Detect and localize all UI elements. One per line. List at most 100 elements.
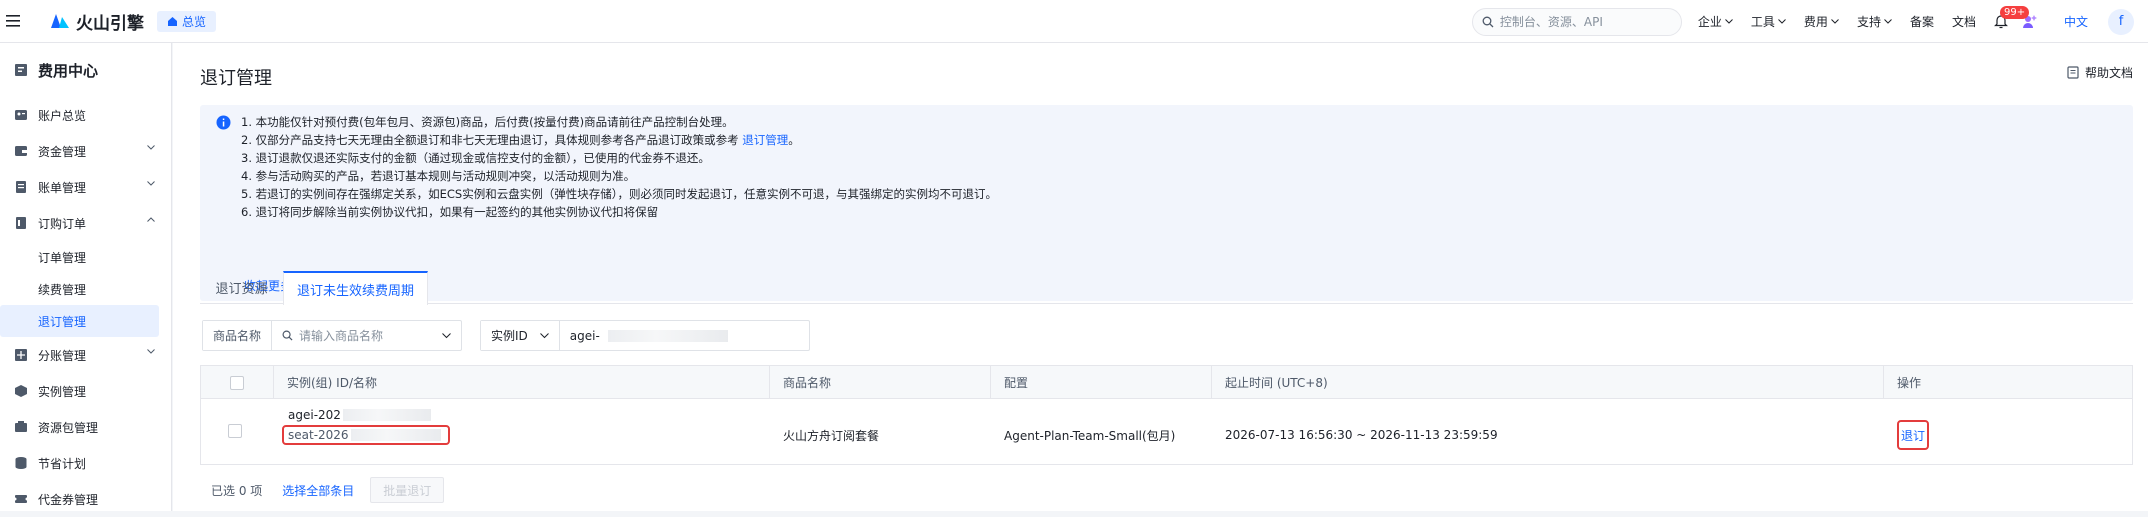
menu-tools-label: 工具: [1750, 15, 1775, 29]
sidebar-item-bill-management[interactable]: 账单管理: [0, 169, 171, 205]
tab-label: 退订资源: [215, 282, 268, 297]
notice-line: 4. 参与活动购买的产品，若退订基本规则与活动规则冲突，以活动规则为准。: [241, 169, 636, 183]
help-doc-link[interactable]: 帮助文档: [2067, 64, 2133, 81]
product-name-select[interactable]: 请输入商品名称: [272, 327, 461, 344]
sidebar-item-label: 订购订单: [38, 216, 87, 231]
column-header-instance: 实例(组) ID/名称: [273, 366, 769, 399]
highlighted-action-cell: 退订: [1897, 420, 1929, 450]
instance-id-input[interactable]: agei-: [560, 329, 809, 343]
package-icon: [15, 421, 27, 432]
sidebar-subitem-label: 退订管理: [38, 314, 87, 329]
help-doc-label: 帮助文档: [2084, 66, 2133, 80]
language-switch[interactable]: 中文: [2064, 13, 2088, 30]
chevron-down-icon: [539, 332, 549, 338]
sidebar-item-fund-management[interactable]: 资金管理: [0, 133, 171, 169]
menu-tools[interactable]: 工具: [1751, 13, 1786, 30]
chevron-down-icon: [1778, 19, 1786, 24]
sidebar-item-label: 节省计划: [38, 456, 87, 471]
row-checkbox[interactable]: [228, 424, 242, 438]
chevron-up-icon: [147, 217, 155, 222]
menu-billing-label: 费用: [1803, 15, 1828, 29]
cube-icon: [15, 385, 27, 397]
search-placeholder: 控制台、资源、API: [1499, 15, 1603, 29]
sidebar-title: 费用中心: [0, 43, 171, 97]
sidebar-subitem-label: 订单管理: [38, 250, 87, 265]
product-cell: 火山方舟订阅套餐: [783, 428, 880, 443]
notification-button[interactable]: 99+: [1994, 6, 2030, 29]
sidebar-item-savings-plan[interactable]: 节省计划: [0, 445, 171, 481]
overview-label: 总览: [182, 14, 207, 29]
chevron-down-icon: [1725, 19, 1733, 24]
sidebar-subitem-renewal-management[interactable]: 续费管理: [0, 273, 171, 305]
product-name-placeholder: 请输入商品名称: [299, 329, 384, 343]
tab-unsubscribe-renewal-period[interactable]: 退订未生效续费周期: [283, 271, 428, 305]
menu-docs-label: 文档: [1951, 15, 1976, 29]
highlighted-instance-name: seat-2026: [282, 425, 450, 445]
coupon-icon: [14, 495, 28, 503]
menu-icon[interactable]: [6, 15, 20, 27]
menu-billing[interactable]: 费用: [1804, 13, 1839, 30]
instance-name: seat-2026: [288, 428, 349, 442]
brand-name: 火山引擎: [76, 13, 144, 34]
sidebar-item-label: 账户总览: [38, 108, 87, 123]
tab-label: 退订未生效续费周期: [296, 283, 414, 299]
select-all-checkbox[interactable]: [230, 375, 244, 390]
sidebar-item-split-management[interactable]: 分账管理: [0, 337, 171, 373]
global-search-input[interactable]: 控制台、资源、API: [1471, 7, 1682, 36]
sidebar-item-instance-management[interactable]: 实例管理: [0, 373, 171, 409]
batch-unsubscribe-button[interactable]: 批量退订: [370, 477, 445, 503]
split-icon: [15, 349, 27, 361]
sidebar-item-label: 代金券管理: [38, 492, 99, 507]
chevron-down-icon: [147, 349, 155, 354]
sidebar-subitem-label: 续费管理: [38, 282, 87, 297]
user-avatar[interactable]: f: [2108, 8, 2134, 35]
sidebar-item-label: 资源包管理: [38, 420, 99, 435]
table-header: 实例(组) ID/名称 商品名称 配置 起止时间 (UTC+8) 操作: [201, 366, 2132, 399]
menu-docs[interactable]: 文档: [1952, 13, 1976, 30]
config-cell: Agent-Plan-Team-Small(包月): [1004, 428, 1176, 443]
tab-unsubscribe-resources[interactable]: 退订资源: [200, 271, 283, 304]
chevron-down-icon: [1884, 19, 1892, 24]
instance-id-cell: agei-202: [288, 408, 431, 422]
menu-enterprise[interactable]: 企业: [1698, 13, 1733, 30]
notice-line: 2. 仅部分产品支持七天无理由全额退订和非七天无理由退订，具体规则参考各产品退订…: [241, 131, 997, 149]
overview-button[interactable]: 总览: [157, 10, 217, 32]
sidebar-item-orders[interactable]: 订购订单: [0, 205, 171, 241]
page-title: 退订管理: [200, 68, 272, 89]
notice-line: 1. 本功能仅针对预付费(包年包月、资源包)商品，后付费(按量付费)商品请前往产…: [241, 115, 734, 129]
column-header-product: 商品名称: [769, 366, 990, 399]
redacted-text: [607, 329, 728, 342]
instance-id-filter: 实例ID agei-: [480, 320, 810, 351]
order-icon: [16, 217, 26, 229]
notice-line: 3. 退订退款仅退还实际支付的金额（通过现金或信控支付的金额），已使用的代金券不…: [241, 151, 710, 165]
select-all-items-link[interactable]: 选择全部条目: [282, 482, 354, 499]
chevron-down-icon: [147, 181, 155, 186]
unsubscribe-button[interactable]: 退订: [1901, 427, 1925, 444]
menu-support[interactable]: 支持: [1857, 13, 1892, 30]
brand-logo[interactable]: 火山引擎: [50, 9, 144, 34]
product-name-filter-label: 商品名称: [203, 321, 273, 350]
user-card-icon: [15, 110, 27, 120]
instance-filter-type-select[interactable]: 实例ID: [481, 321, 560, 350]
sidebar-item-account-overview[interactable]: 账户总览: [0, 97, 171, 133]
document-icon: [2067, 66, 2079, 79]
sidebar-subitem-order-management[interactable]: 订单管理: [0, 241, 171, 273]
notice-line-suffix: 。: [788, 133, 800, 147]
redacted-text: [342, 409, 431, 421]
sidebar-subitem-unsubscribe-management[interactable]: 退订管理: [0, 305, 159, 337]
database-icon: [15, 457, 27, 469]
menu-enterprise-label: 企业: [1697, 15, 1722, 29]
search-icon: [282, 330, 293, 341]
sidebar-item-package-management[interactable]: 资源包管理: [0, 409, 171, 445]
sidebar-item-coupon-management[interactable]: 代金券管理: [0, 481, 171, 517]
billing-center-icon: [15, 64, 27, 76]
unsubscribe-policy-link[interactable]: 退订管理: [742, 133, 788, 147]
column-header-action: 操作: [1883, 366, 2134, 399]
bill-icon: [16, 181, 26, 193]
volcano-logo-icon: [51, 14, 69, 28]
info-icon: [216, 115, 231, 130]
instance-filter-type-label: 实例ID: [491, 329, 528, 343]
row-checkbox-cell: [228, 424, 242, 438]
menu-filing[interactable]: 备案: [1910, 13, 1934, 30]
redacted-text: [350, 429, 441, 441]
